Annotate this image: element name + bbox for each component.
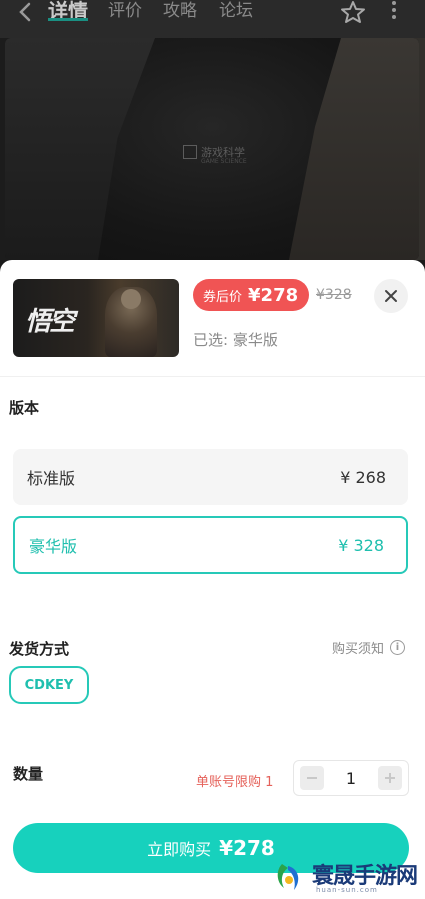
divider <box>0 376 425 377</box>
purchase-notice-link[interactable]: 购买须知 i <box>332 638 406 657</box>
minus-icon <box>307 777 317 779</box>
quantity-value: 1 <box>345 768 357 788</box>
tab-guides[interactable]: 攻略 <box>163 0 197 22</box>
developer-logo-icon <box>183 145 197 159</box>
purchase-notice-label: 购买须知 <box>332 642 385 657</box>
buy-now-price: ¥278 <box>219 836 275 860</box>
edition-price: ¥ 328 <box>338 535 384 555</box>
tab-reviews[interactable]: 评价 <box>108 0 142 22</box>
plus-icon <box>385 773 395 783</box>
purchase-sheet: 悟空 券后价 ¥278 ¥328 已选: 豪华版 版本 标准版 ¥ 268 豪华… <box>0 260 425 899</box>
edition-name: 标准版 <box>27 469 76 488</box>
character-head <box>121 289 141 309</box>
active-tab-indicator <box>48 18 88 21</box>
cliff-left-shape <box>5 38 155 260</box>
original-price: ¥328 <box>316 287 352 303</box>
more-options-icon[interactable] <box>388 0 400 20</box>
cliff-right-shape <box>289 38 419 260</box>
selected-label: 已选: <box>193 331 229 349</box>
favorite-star-icon[interactable] <box>340 0 366 24</box>
edition-option-standard[interactable]: 标准版 ¥ 268 <box>13 449 408 505</box>
increase-button[interactable] <box>378 766 402 790</box>
watermark-subtext: GAME SCIENCE <box>201 158 247 165</box>
top-nav: 详情 评价 攻略 论坛 <box>0 0 425 38</box>
site-logo-icon <box>277 864 299 890</box>
selected-value: 豪华版 <box>232 331 278 349</box>
edition-name: 豪华版 <box>29 537 78 556</box>
site-logo-domain: huan-sun.com <box>316 886 378 894</box>
edition-price: ¥ 268 <box>340 467 386 487</box>
purchase-limit-text: 单账号限购 1 <box>196 775 274 790</box>
site-logo: 寰晟手游网 huan-sun.com <box>272 855 422 899</box>
delivery-section-title: 发货方式 <box>9 640 70 658</box>
thumbnail-title: 悟空 <box>25 307 75 337</box>
coupon-label: 券后价 <box>203 289 243 305</box>
close-icon <box>385 290 397 302</box>
hero-banner: 游戏科学 GAME SCIENCE <box>0 38 425 260</box>
decrease-button[interactable] <box>300 766 324 790</box>
site-logo-name: 寰晟手游网 <box>312 864 418 889</box>
delivery-method-cdkey[interactable]: CDKEY <box>9 666 89 704</box>
close-button[interactable] <box>374 279 408 313</box>
hero-image: 游戏科学 GAME SCIENCE <box>5 38 419 260</box>
edition-option-deluxe[interactable]: 豪华版 ¥ 328 <box>13 516 408 574</box>
tab-forum[interactable]: 论坛 <box>219 0 253 22</box>
info-icon: i <box>390 640 406 655</box>
quantity-section-title: 数量 <box>13 765 44 783</box>
back-arrow-icon[interactable] <box>14 0 38 24</box>
product-thumbnail: 悟空 <box>13 279 179 357</box>
buy-now-label: 立即购买 <box>147 840 212 859</box>
developer-watermark: 游戏科学 GAME SCIENCE <box>183 144 247 165</box>
coupon-price-badge: 券后价 ¥278 <box>193 279 309 311</box>
quantity-stepper: 1 <box>293 760 409 796</box>
coupon-price: ¥278 <box>248 284 299 306</box>
edition-section-title: 版本 <box>9 399 40 417</box>
selected-edition-text: 已选: 豪华版 <box>193 329 278 350</box>
